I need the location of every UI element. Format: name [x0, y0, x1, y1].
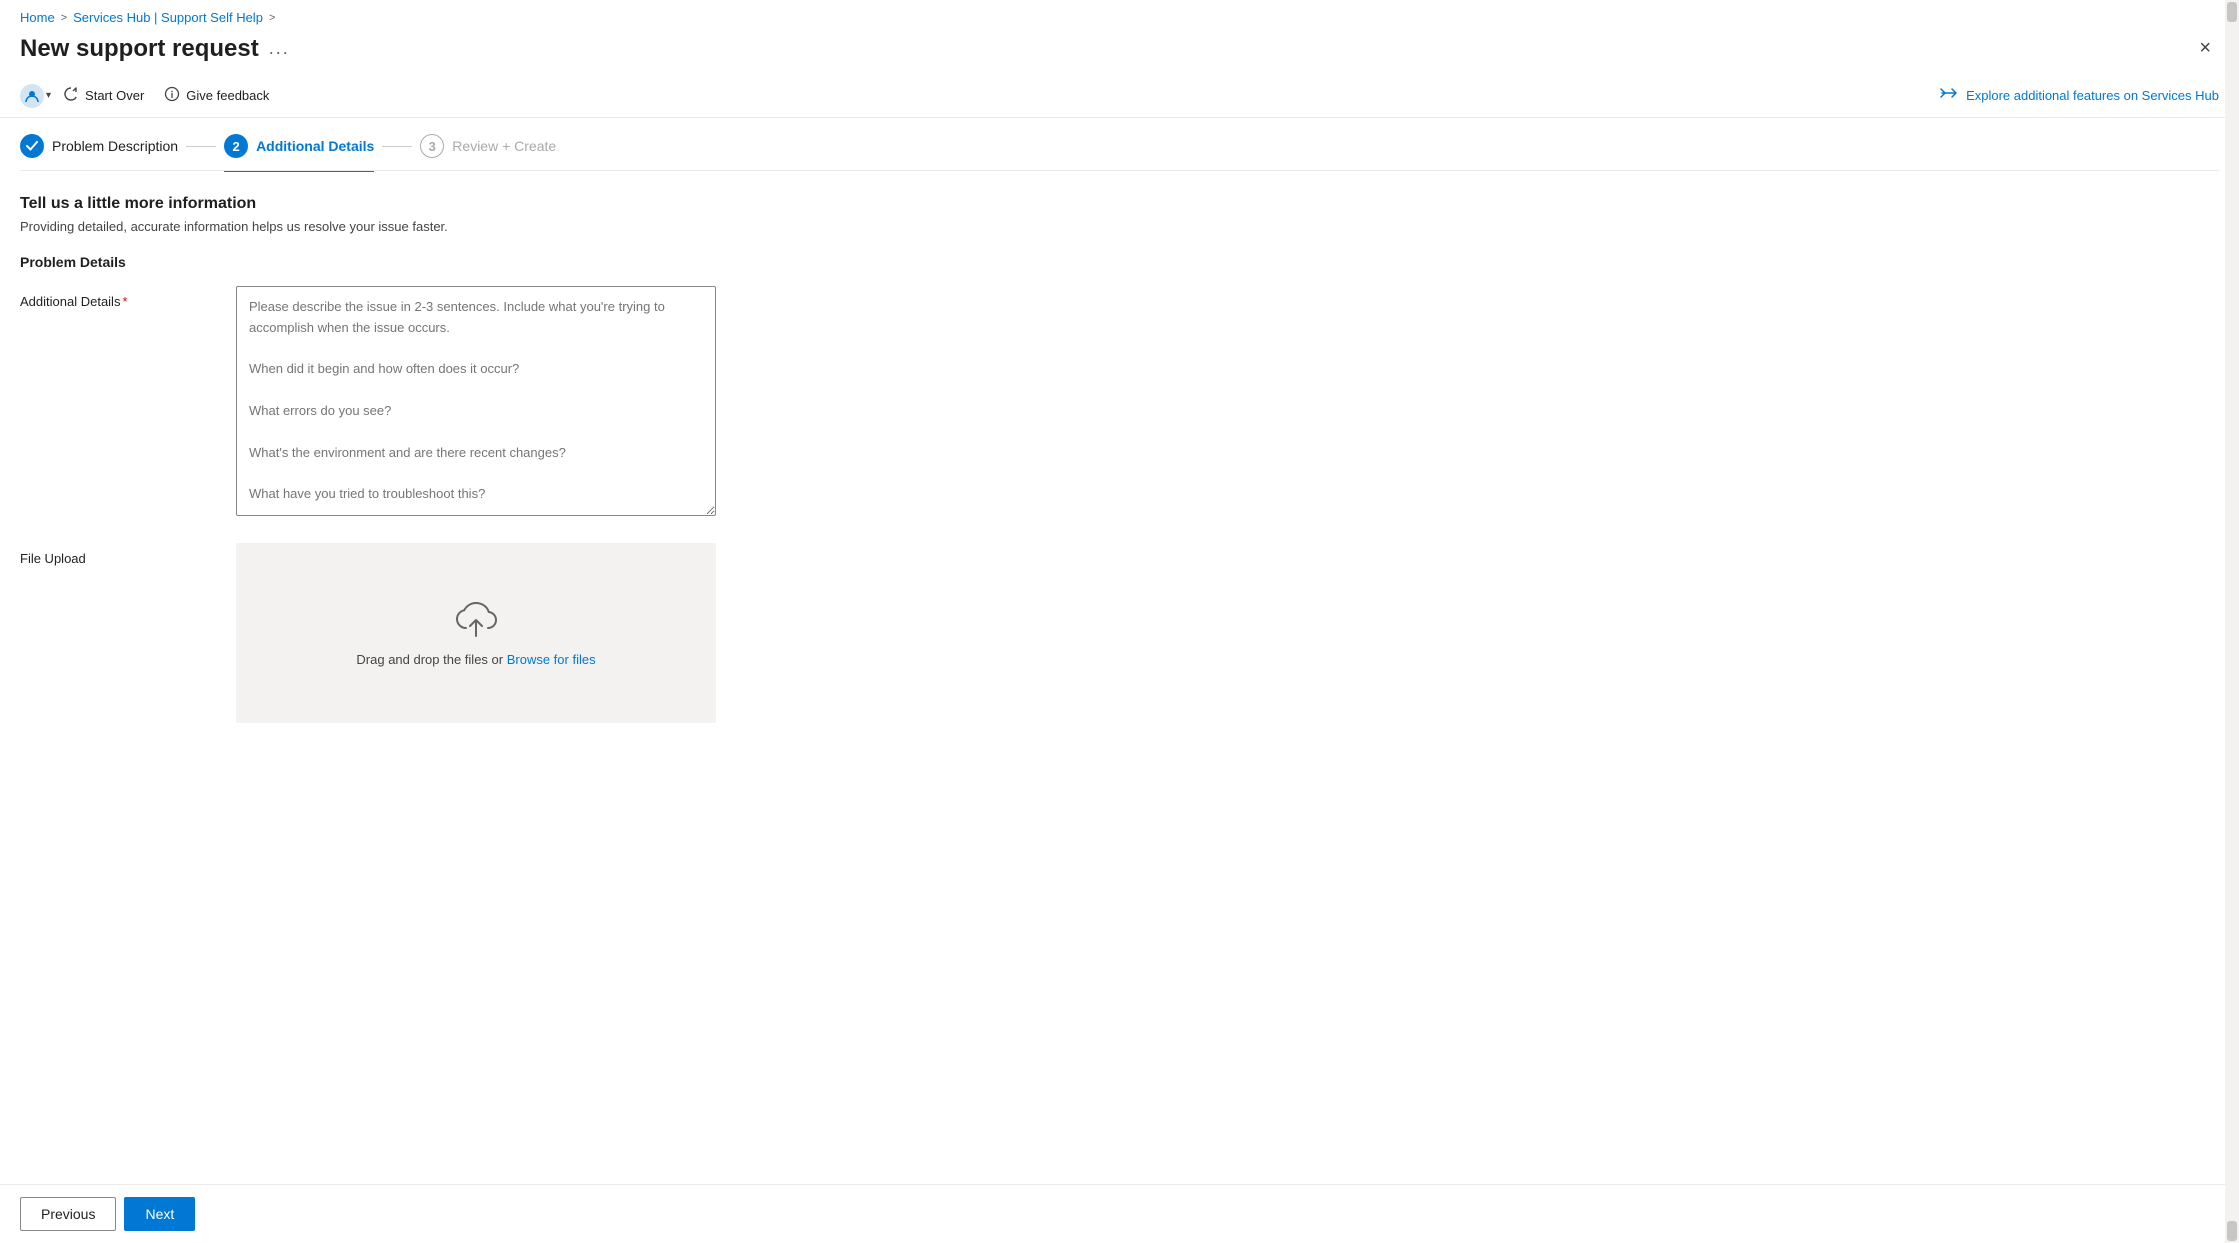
step-separator-2 — [382, 146, 412, 147]
give-feedback-label: Give feedback — [186, 88, 269, 103]
required-indicator: * — [122, 294, 127, 309]
start-over-icon — [63, 86, 79, 105]
file-upload-label: File Upload — [20, 543, 220, 566]
step-1: Problem Description — [20, 134, 178, 170]
page-header: New support request ... × — [0, 29, 2239, 74]
chevron-down-icon: ▾ — [46, 90, 51, 101]
step-2-number: 2 — [224, 134, 248, 158]
footer: Previous Next — [0, 1184, 2225, 1243]
user-avatar — [20, 84, 44, 108]
additional-details-textarea[interactable] — [236, 286, 716, 516]
breadcrumb-sep1: > — [61, 12, 67, 24]
scrollbar-thumb-top[interactable] — [2227, 2, 2237, 22]
upload-text: Drag and drop the files or Browse for fi… — [356, 652, 595, 667]
upload-icon-wrap — [452, 600, 500, 640]
additional-details-control — [236, 286, 716, 519]
problem-details-title: Problem Details — [20, 254, 2219, 270]
explore-label: Explore additional features on Services … — [1966, 88, 2219, 103]
step-3: 3 Review + Create — [420, 134, 556, 170]
section-description: Providing detailed, accurate information… — [20, 219, 2219, 234]
step-1-number — [20, 134, 44, 158]
step-2-label: Additional Details — [256, 138, 374, 154]
breadcrumb-sep2: > — [269, 12, 275, 24]
scrollbar[interactable] — [2225, 0, 2239, 1243]
toolbar-left: ▾ Start Over — [20, 82, 277, 109]
step-3-label: Review + Create — [452, 138, 556, 154]
toolbar: ▾ Start Over — [0, 74, 2239, 118]
additional-details-row: Additional Details* — [20, 286, 2219, 519]
page-title: New support request — [20, 35, 259, 63]
file-upload-dropzone[interactable]: Drag and drop the files or Browse for fi… — [236, 543, 716, 723]
scrollbar-thumb-bottom[interactable] — [2227, 1221, 2237, 1241]
feedback-icon — [164, 86, 180, 105]
file-upload-control: Drag and drop the files or Browse for fi… — [236, 543, 716, 723]
browse-files-link[interactable]: Browse for files — [507, 652, 596, 667]
main-content: Tell us a little more information Provid… — [0, 171, 2239, 1243]
file-upload-row: File Upload Drag and drop the files or B… — [20, 543, 2219, 723]
breadcrumb-home[interactable]: Home — [20, 10, 55, 25]
give-feedback-button[interactable]: Give feedback — [156, 82, 277, 109]
next-button[interactable]: Next — [124, 1197, 195, 1231]
step-3-number: 3 — [420, 134, 444, 158]
stepper: Problem Description 2 Additional Details… — [0, 118, 2239, 170]
breadcrumb-services-hub[interactable]: Services Hub | Support Self Help — [73, 10, 263, 25]
previous-button[interactable]: Previous — [20, 1197, 116, 1231]
start-over-label: Start Over — [85, 88, 144, 103]
step-1-label: Problem Description — [52, 138, 178, 154]
section-title: Tell us a little more information — [20, 195, 2219, 213]
user-account-wrapper[interactable]: ▾ — [20, 84, 51, 108]
explore-icon — [1940, 86, 1958, 105]
additional-details-label: Additional Details* — [20, 286, 220, 309]
explore-features-link[interactable]: Explore additional features on Services … — [1940, 86, 2219, 105]
step-2: 2 Additional Details — [224, 134, 374, 172]
step-separator-1 — [186, 146, 216, 147]
more-options-icon[interactable]: ... — [269, 38, 290, 59]
scrollbar-track — [2225, 24, 2239, 1219]
cloud-upload-icon — [452, 600, 500, 640]
close-button[interactable]: × — [2191, 33, 2219, 64]
start-over-button[interactable]: Start Over — [55, 82, 152, 109]
breadcrumb: Home > Services Hub | Support Self Help … — [0, 0, 2239, 29]
